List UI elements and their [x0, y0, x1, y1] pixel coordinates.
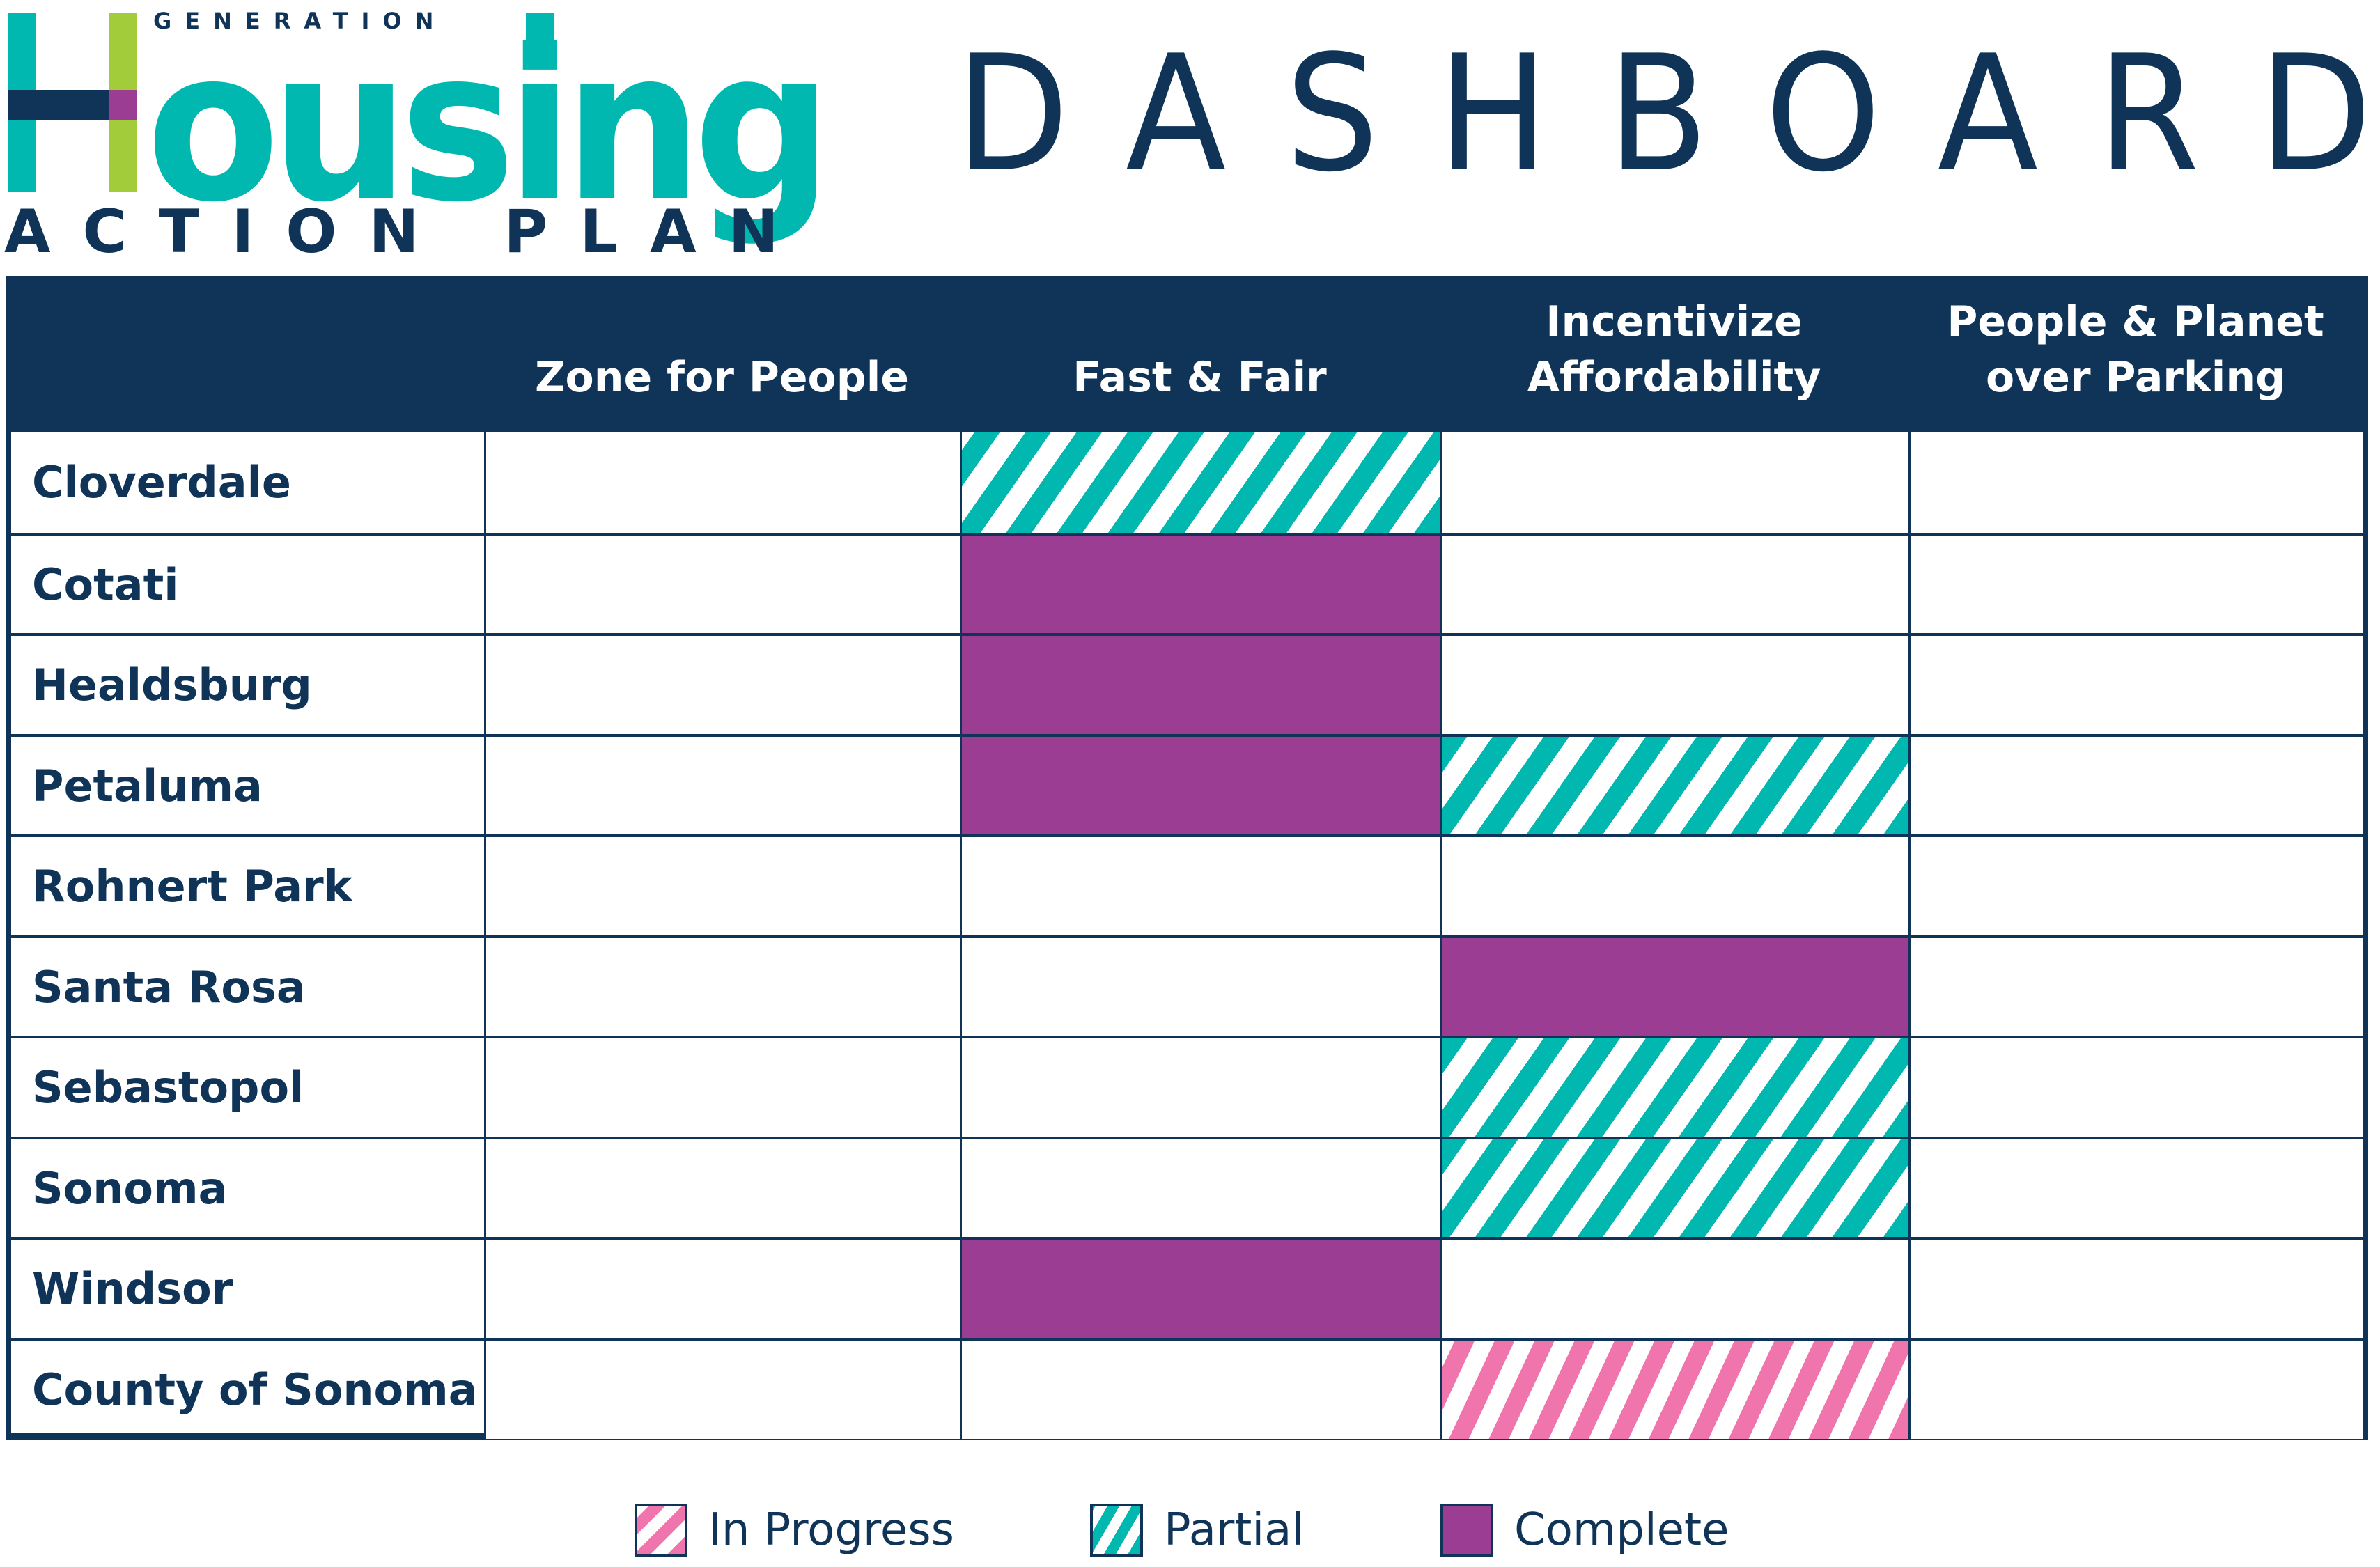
status-cell-healdsburg-incentivize-affordability	[1440, 636, 1908, 734]
status-cell-rohnert-park-fast-fair	[960, 837, 1440, 935]
table-row: Cotati	[11, 532, 2363, 634]
legend-swatch-partial	[1090, 1504, 1143, 1557]
status-cell-petaluma-incentivize-affordability	[1440, 736, 1908, 835]
status-cell-county-of-sonoma-people-planet-over-parking	[1908, 1340, 2363, 1439]
table-row: Cloverdale	[11, 432, 2363, 533]
status-cell-windsor-people-planet-over-parking	[1908, 1240, 2363, 1338]
logo-action-plan-text: ACTION PLAN	[4, 197, 811, 267]
row-label-cloverdale: Cloverdale	[32, 457, 291, 508]
row-label-santa-rosa: Santa Rosa	[32, 961, 306, 1013]
legend-item-partial: Partial	[1090, 1502, 1304, 1559]
status-cell-santa-rosa-zone-for-people	[484, 937, 960, 1036]
status-cell-petaluma-zone-for-people	[484, 736, 960, 835]
legend-label-in-progress: In Progress	[708, 1504, 954, 1556]
status-cell-healdsburg-zone-for-people	[484, 636, 960, 734]
status-cell-sebastopol-fast-fair	[960, 1038, 1440, 1137]
status-cell-sebastopol-zone-for-people	[484, 1038, 960, 1137]
status-cell-sonoma-fast-fair	[960, 1139, 1440, 1238]
status-cell-sonoma-people-planet-over-parking	[1908, 1139, 2363, 1238]
status-cell-sebastopol-people-planet-over-parking	[1908, 1038, 2363, 1137]
table-row: Santa Rosa	[11, 935, 2363, 1036]
status-cell-sebastopol-incentivize-affordability	[1440, 1038, 1908, 1137]
logo-h-accent-square	[109, 90, 137, 120]
column-header-incentivize-affordability: Incentivize Affordability	[1527, 297, 1821, 402]
row-label-cotati: Cotati	[32, 559, 179, 610]
row-label-petaluma: Petaluma	[32, 760, 263, 811]
status-cell-rohnert-park-zone-for-people	[484, 837, 960, 935]
legend-label-partial: Partial	[1164, 1504, 1305, 1556]
row-label-healdsburg: Healdsburg	[32, 660, 312, 710]
status-cell-rohnert-park-incentivize-affordability	[1440, 837, 1908, 935]
legend-swatch-complete	[1440, 1504, 1493, 1557]
status-cell-sonoma-incentivize-affordability	[1440, 1139, 1908, 1238]
table-row: Sonoma	[11, 1136, 2363, 1238]
status-cell-cotati-zone-for-people	[484, 535, 960, 634]
status-cell-county-of-sonoma-fast-fair	[960, 1340, 1440, 1439]
status-cell-healdsburg-people-planet-over-parking	[1908, 636, 2363, 734]
column-header-fast-fair: Fast & Fair	[1073, 353, 1327, 402]
table-row: Sebastopol	[11, 1036, 2363, 1137]
column-header-people-planet-over-parking: People & Planet over Parking	[1947, 297, 2324, 402]
legend-label-complete: Complete	[1514, 1504, 1729, 1556]
table-row: Windsor	[11, 1237, 2363, 1338]
status-cell-county-of-sonoma-incentivize-affordability	[1440, 1340, 1908, 1439]
table-header: Zone for People Fast & Fair Incentivize Af…	[11, 276, 2363, 432]
status-cell-cloverdale-people-planet-over-parking	[1908, 432, 2363, 533]
legend-item-complete: Complete	[1440, 1502, 1729, 1559]
legend-swatch-in-progress	[635, 1504, 687, 1557]
legend: In Progress Partial Complete	[0, 1497, 2380, 1567]
status-cell-cloverdale-incentivize-affordability	[1440, 432, 1908, 533]
column-header-zone-for-people: Zone for People	[535, 353, 909, 402]
status-cell-cotati-incentivize-affordability	[1440, 535, 1908, 634]
logo-h-crossbar	[8, 90, 109, 120]
status-cell-cotati-fast-fair	[960, 535, 1440, 634]
status-cell-petaluma-fast-fair	[960, 736, 1440, 835]
generation-housing-logo: GENERATION ousing ACTION PLAN	[0, 0, 836, 262]
row-label-county-of-sonoma: County of Sonoma	[32, 1364, 478, 1415]
status-cell-county-of-sonoma-zone-for-people	[484, 1340, 960, 1439]
status-cell-santa-rosa-people-planet-over-parking	[1908, 937, 2363, 1036]
legend-item-in-progress: In Progress	[635, 1502, 954, 1559]
status-cell-cloverdale-fast-fair	[960, 432, 1440, 533]
row-label-rohnert-park: Rohnert Park	[32, 861, 352, 912]
status-cell-santa-rosa-fast-fair	[960, 937, 1440, 1036]
status-cell-windsor-fast-fair	[960, 1240, 1440, 1338]
status-cell-cotati-people-planet-over-parking	[1908, 535, 2363, 634]
status-cell-cloverdale-zone-for-people	[484, 432, 960, 533]
status-cell-rohnert-park-people-planet-over-parking	[1908, 837, 2363, 935]
table-row: Rohnert Park	[11, 834, 2363, 935]
logo-i-dot	[526, 13, 554, 44]
status-cell-windsor-zone-for-people	[484, 1240, 960, 1338]
status-cell-sonoma-zone-for-people	[484, 1139, 960, 1238]
page-title: DASHBOARD	[956, 22, 2380, 208]
table-row: Petaluma	[11, 733, 2363, 835]
status-cell-windsor-incentivize-affordability	[1440, 1240, 1908, 1338]
status-cell-petaluma-people-planet-over-parking	[1908, 736, 2363, 835]
status-table: Zone for People Fast & Fair Incentivize Af…	[6, 276, 2368, 1440]
table-row: County of Sonoma	[11, 1337, 2363, 1439]
status-cell-santa-rosa-incentivize-affordability	[1440, 937, 1908, 1036]
status-cell-healdsburg-fast-fair	[960, 636, 1440, 734]
row-label-sonoma: Sonoma	[32, 1162, 228, 1214]
header-corner-cell	[11, 276, 484, 432]
row-label-sebastopol: Sebastopol	[32, 1062, 304, 1113]
row-label-windsor: Windsor	[32, 1263, 233, 1314]
table-row: Healdsburg	[11, 633, 2363, 734]
